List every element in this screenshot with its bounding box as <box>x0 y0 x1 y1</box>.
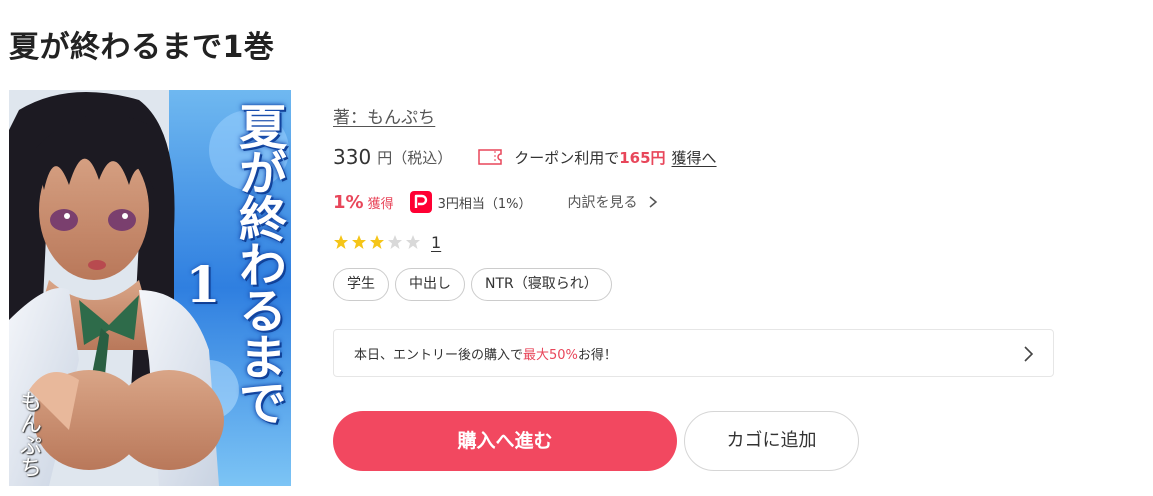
cover-author: もんぷち <box>16 390 41 478</box>
campaign-banner[interactable]: 本日、エントリー後の購入で 最大50% お得！ <box>333 329 1054 377</box>
cover-volume-number: 1 <box>185 255 221 314</box>
author-link[interactable]: 著：もんぷち <box>333 108 435 128</box>
points-equivalent: 3円相当（1%） <box>437 196 532 212</box>
coupon-lead: クーポン利用で <box>514 148 620 167</box>
cover-title: 夏が終わるまで <box>230 102 286 424</box>
points-breakdown-link[interactable]: 内訳を見る <box>567 192 659 212</box>
star-filled-icon <box>334 235 348 249</box>
coupon-info: クーポン利用で 165円 獲得へ <box>478 147 717 168</box>
coupon-amount: 165円 <box>619 148 666 167</box>
tag-list: 学生 中出し NTR（寝取られ） <box>333 268 618 301</box>
campaign-lead: 本日、エントリー後の購入で <box>354 347 524 363</box>
author-line: 著：もんぷち <box>333 103 435 128</box>
breakdown-label: 内訳を見る <box>567 195 638 211</box>
product-page: 夏が終わるまで1巻 夏が終わるまで 1 もんぷち 著：もんぷち 330 円（税込… <box>0 0 1153 496</box>
author-name: もんぷち <box>367 108 436 128</box>
chevron-right-icon <box>1024 346 1034 362</box>
paypay-icon <box>409 191 432 213</box>
page-title: 夏が終わるまで1巻 <box>9 30 275 65</box>
chevron-right-icon <box>650 196 658 208</box>
star-empty-icon <box>388 235 402 249</box>
campaign-highlight: 最大50% <box>523 347 578 363</box>
points-get-label: 獲得 <box>367 196 394 212</box>
tag-chip[interactable]: 中出し <box>395 268 465 301</box>
price-unit: 円（税込） <box>377 148 453 167</box>
price-row: 330 円（税込） クーポン利用で 165円 獲得へ <box>333 144 717 170</box>
tag-chip[interactable]: 学生 <box>333 268 389 301</box>
campaign-tail: お得！ <box>577 347 617 363</box>
star-rating <box>333 234 423 250</box>
product-info: 著：もんぷち 330 円（税込） クーポン利用で 165円 獲得へ 1% 獲得 <box>333 0 1133 496</box>
coupon-ticket-icon <box>478 149 502 165</box>
author-prefix: 著： <box>333 108 367 128</box>
review-count-link[interactable]: 1 <box>431 233 441 252</box>
star-filled-icon <box>352 235 366 249</box>
tag-chip[interactable]: NTR（寝取られ） <box>471 268 612 301</box>
star-filled-icon <box>370 235 384 249</box>
rating-row: 1 <box>333 232 441 252</box>
price-amount: 330 <box>333 145 372 169</box>
star-empty-icon <box>406 235 420 249</box>
points-row: 1% 獲得 3円相当（1%） 内訳を見る <box>333 190 659 214</box>
buy-button[interactable]: 購入へ進む <box>333 411 677 471</box>
points-percent: 1% <box>333 191 364 213</box>
coupon-get-link[interactable]: 獲得へ <box>672 147 717 168</box>
cover-image[interactable]: 夏が終わるまで 1 もんぷち <box>9 90 291 486</box>
add-to-cart-button[interactable]: カゴに追加 <box>684 411 859 471</box>
